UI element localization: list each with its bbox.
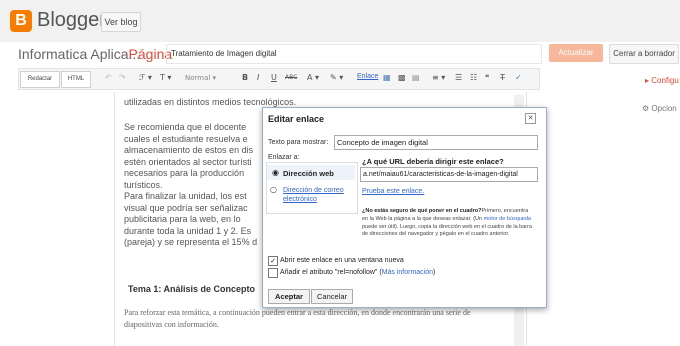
dialog-title: Editar enlace (268, 114, 325, 124)
numbered-list-icon[interactable]: ☰ (455, 72, 462, 84)
update-button[interactable]: Actualizar (549, 44, 603, 62)
undo-icon[interactable]: ↶ (105, 72, 112, 84)
editor-line: necesarios para la producción (124, 168, 245, 178)
format-select[interactable]: Normal ▾ (185, 72, 216, 84)
highlight-color-icon[interactable]: ✎ ▾ (330, 72, 343, 84)
editor-line: Se recomienda que el docente (124, 122, 247, 132)
strikethrough-button[interactable]: ABC (285, 72, 297, 84)
nofollow-checkbox[interactable] (268, 268, 278, 278)
editor-line: (pareja) y se representa el 15% d (124, 237, 258, 247)
video-icon[interactable]: ▩ (398, 72, 406, 84)
editor-paragraph: Para reforzar esta temática, a continuac… (124, 308, 471, 329)
cancel-button[interactable]: Cancelar (311, 289, 353, 304)
new-window-label[interactable]: Abrir este enlace en una ventana nueva (280, 257, 404, 264)
link-button[interactable]: Enlace (357, 73, 378, 80)
accept-button[interactable]: Aceptar (268, 289, 310, 304)
help-bold: ¿No estás seguro de qué poner en el cuad… (362, 208, 482, 214)
italic-button[interactable]: I (257, 72, 259, 84)
email-address-label[interactable]: Dirección de correo electrónico (283, 186, 353, 204)
editor-line: visual que podría ser señalizac (124, 202, 248, 213)
image-icon[interactable]: ▦ (383, 72, 391, 84)
redo-icon[interactable]: ↷ (119, 72, 126, 84)
quote-icon[interactable]: ❝ (485, 72, 489, 84)
section-heading: Tema 1: Análisis de Concepto (128, 284, 256, 294)
app-name: Blogger (37, 9, 106, 31)
display-text-input[interactable]: Concepto de imagen digital (334, 135, 538, 150)
sidebar-config-link[interactable]: ▸ Configu (645, 76, 679, 85)
email-address-radio[interactable]: ○ (270, 185, 277, 194)
underline-button[interactable]: U (271, 72, 277, 84)
spell-check-icon[interactable]: ✓ (515, 72, 522, 84)
web-address-label[interactable]: Dirección web (283, 169, 334, 178)
editor-line: Para finalizar la unidad, los est (124, 191, 247, 201)
post-title-input[interactable]: Tratamiento de Imagen digital (166, 44, 542, 64)
sidebar-options-link[interactable]: ⚙ Opcion (642, 104, 677, 113)
page-type-label: · Página (120, 46, 173, 62)
bulleted-list-icon[interactable]: ☷ (470, 72, 477, 84)
html-tab[interactable]: HTML (61, 71, 91, 88)
editor-line: estén orientados al sector turísti (124, 156, 252, 167)
clear-format-icon[interactable]: T̶ (500, 72, 505, 84)
close-draft-button[interactable]: Cerrar a borrador (609, 44, 679, 64)
editor-line: publicitaria para la web, en lo (124, 214, 241, 224)
test-link[interactable]: Prueba este enlace. (362, 188, 424, 195)
help-text: ¿No estás seguro de qué poner en el cuad… (362, 208, 534, 239)
align-icon[interactable]: ≡ ▾ (432, 72, 445, 84)
editor-line: almacenamiento de estos en dis (124, 145, 254, 155)
compose-tab[interactable]: Redactar (20, 71, 60, 88)
display-text-label: Texto para mostrar: (268, 139, 329, 146)
blogger-logo-icon[interactable]: B (10, 10, 32, 32)
view-blog-button[interactable]: Ver blog (101, 12, 141, 32)
nofollow-text: Añadir el atributo "rel=nofollow" ( (280, 269, 382, 276)
link-to-label: Enlazar a: (268, 154, 300, 161)
new-window-checkbox[interactable]: ✓ (268, 256, 278, 266)
url-question-label: ¿A qué URL debería dirigir este enlace? (362, 157, 504, 166)
more-info-link[interactable]: Más información (382, 269, 433, 276)
help-text-2: puede ser útil). Luego, copia la direcci… (362, 223, 532, 238)
editor-line: cuales el estudiante resuelva e (124, 133, 248, 144)
close-icon[interactable]: ✕ (525, 113, 536, 124)
editor-line: turísticos. (124, 179, 163, 190)
search-engine-link[interactable]: motor de búsqueda (484, 216, 531, 222)
font-family-icon[interactable]: ℱ ▾ (139, 72, 152, 84)
url-input[interactable]: a.net/maiau61/caracteristicas-de-la-imag… (360, 167, 538, 182)
web-address-radio[interactable]: ◉ (272, 168, 279, 177)
nofollow-end: ) (433, 269, 436, 276)
editor-line: durante toda la unidad 1 y 2. Es (124, 225, 252, 236)
bold-button[interactable]: B (242, 72, 248, 84)
text-color-icon[interactable]: A ▾ (307, 72, 319, 84)
jump-break-icon[interactable]: ▤ (412, 72, 420, 84)
font-size-icon[interactable]: T ▾ (160, 72, 171, 84)
nofollow-label[interactable]: Añadir el atributo "rel=nofollow" (Más i… (280, 269, 435, 276)
